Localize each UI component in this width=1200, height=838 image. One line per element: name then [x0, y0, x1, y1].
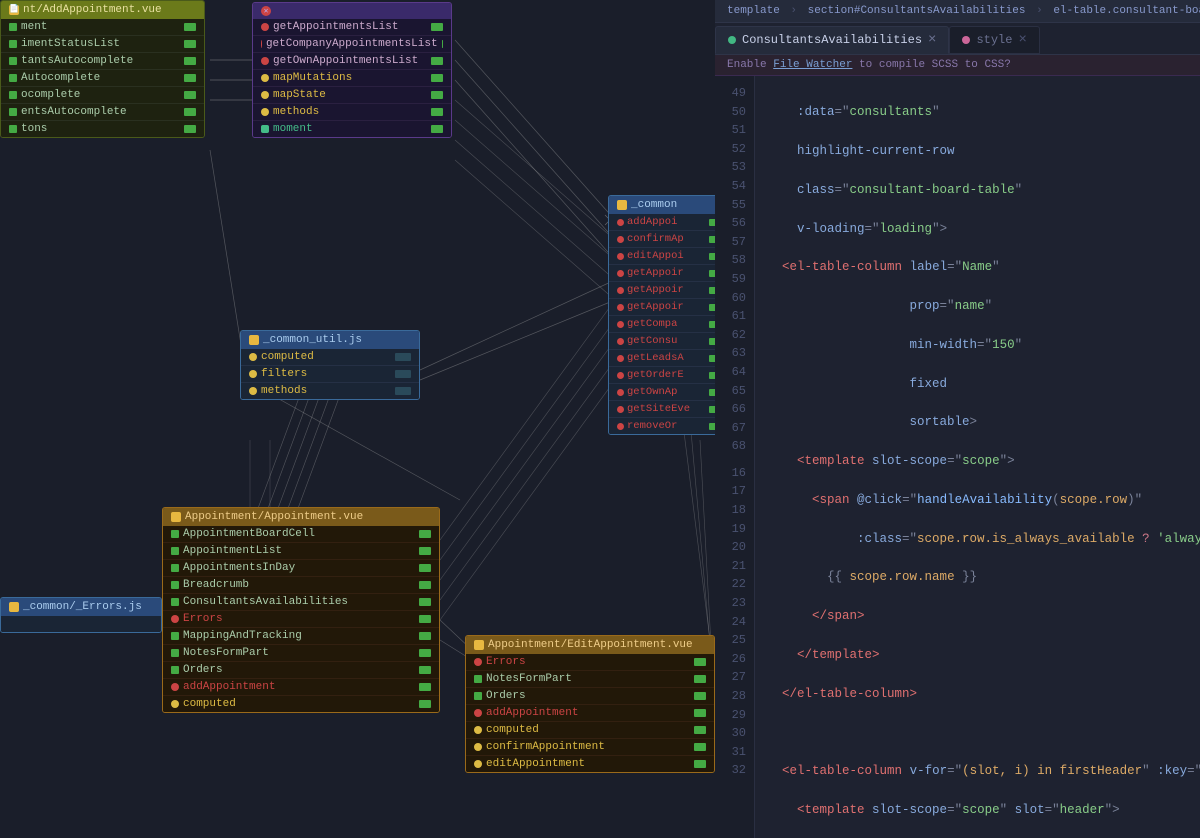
node-common: _common addAppoi confirmAp editAppoi get… — [608, 195, 715, 435]
code-area[interactable]: 49 50 51 52 53 54 55 56 57 58 59 60 61 6… — [715, 76, 1200, 838]
line-numbers: 49 50 51 52 53 54 55 56 57 58 59 60 61 6… — [715, 76, 755, 838]
code-line-53: <el-table-column label="Name" — [767, 258, 1200, 277]
node-appointment-vue: Appointment/Appointment.vue AppointmentB… — [162, 507, 440, 713]
file-watcher-link[interactable]: File Watcher — [773, 59, 852, 71]
tab-close-consultants[interactable]: × — [928, 32, 936, 48]
tab-consultants-availabilities[interactable]: ConsultantsAvailabilities × — [715, 26, 949, 54]
node-common-util: _common_util.js computed filters methods — [240, 330, 420, 400]
node-edit-appointment: Appointment/EditAppointment.vue Errors N… — [465, 635, 715, 773]
code-line-49: :data="consultants" — [767, 103, 1200, 122]
code-line-54: prop="name" — [767, 297, 1200, 316]
appointment-vue-label: Appointment/Appointment.vue — [185, 511, 363, 523]
node-label: nt/AddAppointment.vue — [23, 4, 162, 16]
breadcrumb-element: el-table.consultant-board-table — [1053, 5, 1200, 17]
code-line-64: </el-table-column> — [767, 685, 1200, 704]
code-line-60: :class="scope.row.is_always_available ? … — [767, 530, 1200, 549]
code-content[interactable]: :data="consultants" highlight-current-ro… — [755, 76, 1200, 838]
breadcrumb-section: section#ConsultantsAvailabilities — [808, 5, 1026, 17]
code-line-67: <template slot-scope="scope" slot="heade… — [767, 801, 1200, 820]
node-util-module: ✕ getAppointmentsList getCompanyAppointm… — [252, 2, 452, 138]
scss-icon — [962, 36, 970, 44]
tab-label-consultants: ConsultantsAvailabilities — [742, 33, 922, 47]
breadcrumb-template: template — [727, 5, 780, 17]
vue-icon — [728, 36, 736, 44]
code-line-61: {{ scope.row.name }} — [767, 568, 1200, 587]
code-line-66: <el-table-column v-for="(slot, i) in fir… — [767, 762, 1200, 781]
node-errors-js: _common/_Errors.js — [0, 597, 162, 633]
code-line-56: fixed — [767, 375, 1200, 394]
tab-style[interactable]: style × — [949, 26, 1039, 54]
code-line-52: v-loading="loading"> — [767, 220, 1200, 239]
code-line-62: </span> — [767, 607, 1200, 626]
common-util-label: _common_util.js — [263, 334, 362, 346]
code-line-55: min-width="150" — [767, 336, 1200, 355]
code-line-57: sortable> — [767, 413, 1200, 432]
common-label: _common — [631, 199, 677, 211]
editor-breadcrumb: template › section#ConsultantsAvailabili… — [715, 0, 1200, 23]
node-add-appointment: 📄 nt/AddAppointment.vue ment imentStatus… — [0, 0, 205, 138]
code-line-51: class="consultant-board-table" — [767, 181, 1200, 200]
code-line-63: </template> — [767, 646, 1200, 665]
tab-close-style[interactable]: × — [1018, 32, 1026, 48]
tab-label-style: style — [976, 33, 1012, 47]
code-line-58: <template slot-scope="scope"> — [767, 452, 1200, 471]
code-editor-panel: template › section#ConsultantsAvailabili… — [715, 0, 1200, 838]
dependency-graph-panel: 📄 nt/AddAppointment.vue ment imentStatus… — [0, 0, 715, 838]
code-line-50: highlight-current-row — [767, 142, 1200, 161]
editor-tabs: ConsultantsAvailabilities × style × — [715, 23, 1200, 55]
errors-js-label: _common/_Errors.js — [23, 601, 142, 613]
code-line-59: <span @click="handleAvailability(scope.r… — [767, 491, 1200, 510]
code-line-65 — [767, 723, 1200, 742]
file-watcher-bar: Enable File Watcher to compile SCSS to C… — [715, 55, 1200, 76]
edit-appointment-label: Appointment/EditAppointment.vue — [488, 639, 693, 651]
